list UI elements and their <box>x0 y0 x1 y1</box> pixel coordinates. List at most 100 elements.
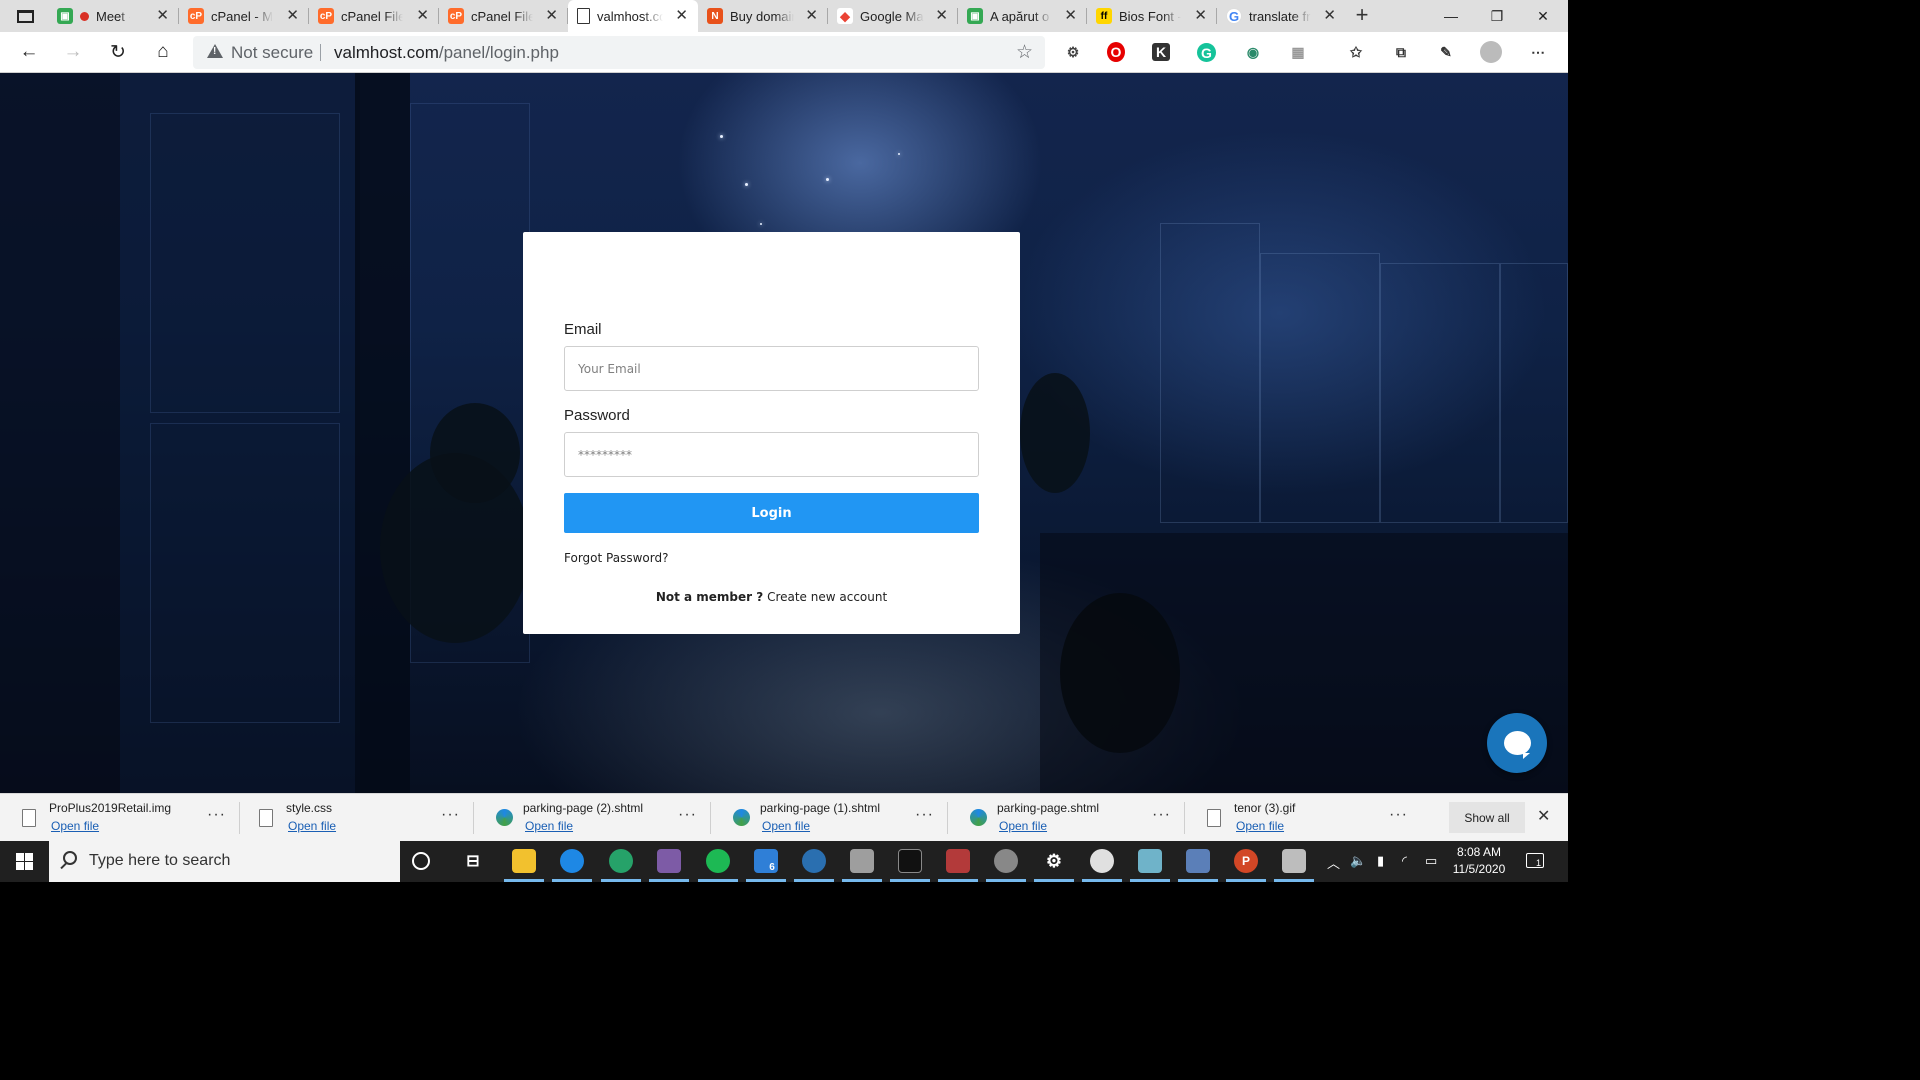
download-item[interactable]: tenor (3).gif Open file ··· <box>1185 794 1422 842</box>
address-bar[interactable]: Not secure valmhost.com/panel/login.php … <box>193 36 1045 69</box>
more-options-icon[interactable]: ··· <box>915 806 934 824</box>
more-options-icon[interactable]: ··· <box>678 806 697 824</box>
download-item[interactable]: parking-page.shtml Open file ··· <box>948 794 1185 842</box>
settings-gear-icon[interactable]: ⚙ <box>1042 849 1066 873</box>
tab-cpanel-main[interactable]: cP cPanel - Ma ✕ <box>179 0 309 32</box>
clock[interactable]: 8:08 AM 11/5/2020 <box>1446 844 1512 878</box>
new-tab-icon[interactable]: + <box>1350 4 1374 28</box>
more-menu-icon[interactable]: ⋯ <box>1527 41 1549 63</box>
close-tab-icon[interactable]: ✕ <box>286 7 299 25</box>
wifi-icon[interactable]: ◜ <box>1402 853 1407 869</box>
profile-avatar[interactable] <box>1480 41 1502 63</box>
refresh-icon[interactable]: ↻ <box>103 37 133 67</box>
tab-translate[interactable]: G translate fr ✕ <box>1217 0 1346 32</box>
tab-bios-font[interactable]: ff Bios Font - ✕ <box>1087 0 1217 32</box>
open-file-link[interactable]: Open file <box>525 819 573 833</box>
paint-icon[interactable] <box>1090 849 1114 873</box>
tab-cpanel-file-2[interactable]: cP cPanel File ✕ <box>439 0 568 32</box>
close-tab-icon[interactable]: ✕ <box>1194 7 1207 25</box>
email-field[interactable] <box>564 346 979 391</box>
battery-icon[interactable]: ▭ <box>1425 853 1437 869</box>
close-tab-icon[interactable]: ✕ <box>1323 7 1336 25</box>
start-button[interactable] <box>0 841 49 882</box>
home-icon[interactable]: ⌂ <box>148 37 178 67</box>
more-options-icon[interactable]: ··· <box>1389 806 1408 824</box>
tab-actions-menu-icon[interactable] <box>8 5 42 27</box>
app-icon[interactable] <box>802 849 826 873</box>
open-file-link[interactable]: Open file <box>1236 819 1284 833</box>
powerpoint-icon[interactable]: P <box>1234 849 1258 873</box>
microphone-icon[interactable]: ▮ <box>1377 853 1384 869</box>
tab-google-maps[interactable]: ⬥ Google Ma ✕ <box>828 0 958 32</box>
url-text[interactable]: valmhost.com/panel/login.php <box>334 43 559 63</box>
game-app-icon[interactable] <box>657 849 681 873</box>
chat-widget-button[interactable] <box>1487 713 1547 773</box>
forgot-password-link[interactable]: Forgot Password? <box>564 551 668 565</box>
notification-center-icon[interactable]: 1 <box>1526 853 1544 868</box>
app-icon[interactable] <box>1282 849 1306 873</box>
feedback-icon[interactable]: ✎ <box>1435 41 1457 63</box>
grammarly-extension-icon[interactable]: G <box>1197 43 1216 62</box>
cortana-icon[interactable] <box>412 852 430 870</box>
login-button[interactable]: Login <box>564 493 979 533</box>
favorite-star-icon[interactable]: ☆ <box>1016 41 1033 64</box>
download-item[interactable]: parking-page (2).shtml Open file ··· <box>474 794 711 842</box>
tab-valmhost[interactable]: valmhost.co ✕ <box>568 0 698 32</box>
open-file-link[interactable]: Open file <box>999 819 1047 833</box>
close-tab-icon[interactable]: ✕ <box>545 7 558 25</box>
tab-buy-domain[interactable]: N Buy domain ✕ <box>698 0 828 32</box>
more-options-icon[interactable]: ··· <box>1152 806 1171 824</box>
tab-classroom[interactable]: ▣ A apărut o ✕ <box>958 0 1087 32</box>
more-options-icon[interactable]: ··· <box>441 806 460 824</box>
close-tab-icon[interactable]: ✕ <box>416 7 429 25</box>
tab-cpanel-file-1[interactable]: cP cPanel File ✕ <box>309 0 439 32</box>
close-tab-icon[interactable]: ✕ <box>675 7 688 25</box>
close-tab-icon[interactable]: ✕ <box>1064 7 1077 25</box>
tab-meet[interactable]: ▣ Meet - ✕ <box>48 0 179 32</box>
close-tab-icon[interactable]: ✕ <box>935 7 948 25</box>
collections-icon[interactable]: ⧉ <box>1390 41 1412 63</box>
restore-icon[interactable]: ❐ <box>1474 0 1520 32</box>
close-downloads-icon[interactable]: ✕ <box>1537 806 1550 826</box>
editor-icon[interactable] <box>1186 849 1210 873</box>
warning-icon[interactable] <box>207 44 223 58</box>
open-file-link[interactable]: Open file <box>762 819 810 833</box>
back-icon[interactable]: ← <box>14 37 44 67</box>
download-item[interactable]: ProPlus2019Retail.img Open file ··· <box>0 794 240 842</box>
more-options-icon[interactable]: ··· <box>207 806 226 824</box>
file-explorer-icon[interactable] <box>512 849 536 873</box>
close-tab-icon[interactable]: ✕ <box>805 7 818 25</box>
download-item[interactable]: parking-page (1).shtml Open file ··· <box>711 794 948 842</box>
forward-icon[interactable]: → <box>58 37 88 67</box>
location-extension-icon[interactable]: ◉ <box>1242 41 1264 63</box>
open-file-link[interactable]: Open file <box>51 819 99 833</box>
security-label[interactable]: Not secure <box>231 43 313 63</box>
password-field[interactable] <box>564 432 979 477</box>
show-all-button[interactable]: Show all <box>1449 802 1525 833</box>
create-account-link[interactable]: Create new account <box>767 590 887 604</box>
task-view-icon[interactable]: ⊟ <box>461 849 485 873</box>
volume-icon[interactable]: 🔈 <box>1350 853 1366 869</box>
show-hidden-icons[interactable]: ︿ <box>1327 853 1340 872</box>
open-file-link[interactable]: Open file <box>288 819 336 833</box>
close-window-icon[interactable]: ✕ <box>1520 0 1566 32</box>
opera-extension-icon[interactable]: O <box>1107 42 1125 62</box>
winrar-icon[interactable] <box>946 849 970 873</box>
close-tab-icon[interactable]: ✕ <box>156 7 169 25</box>
app-icon[interactable] <box>1138 849 1162 873</box>
robot-extension-icon[interactable]: ⚙ <box>1062 41 1084 63</box>
classroom-icon: ▣ <box>967 8 983 24</box>
terminal-icon[interactable] <box>898 849 922 873</box>
atom-icon[interactable] <box>609 849 633 873</box>
minimize-icon[interactable]: — <box>1428 0 1474 32</box>
mail-icon[interactable]: 6 <box>754 849 778 873</box>
extension-icon[interactable]: ▦ <box>1287 41 1309 63</box>
image-viewer-icon[interactable] <box>850 849 874 873</box>
download-item[interactable]: style.css Open file ··· <box>237 794 474 842</box>
keeper-extension-icon[interactable]: K <box>1152 43 1170 61</box>
taskbar-search[interactable]: Type here to search <box>49 841 400 882</box>
edge-dev-icon[interactable] <box>560 849 584 873</box>
disc-icon[interactable] <box>994 849 1018 873</box>
spotify-icon[interactable] <box>706 849 730 873</box>
favorites-icon[interactable]: ✩ <box>1345 41 1367 63</box>
